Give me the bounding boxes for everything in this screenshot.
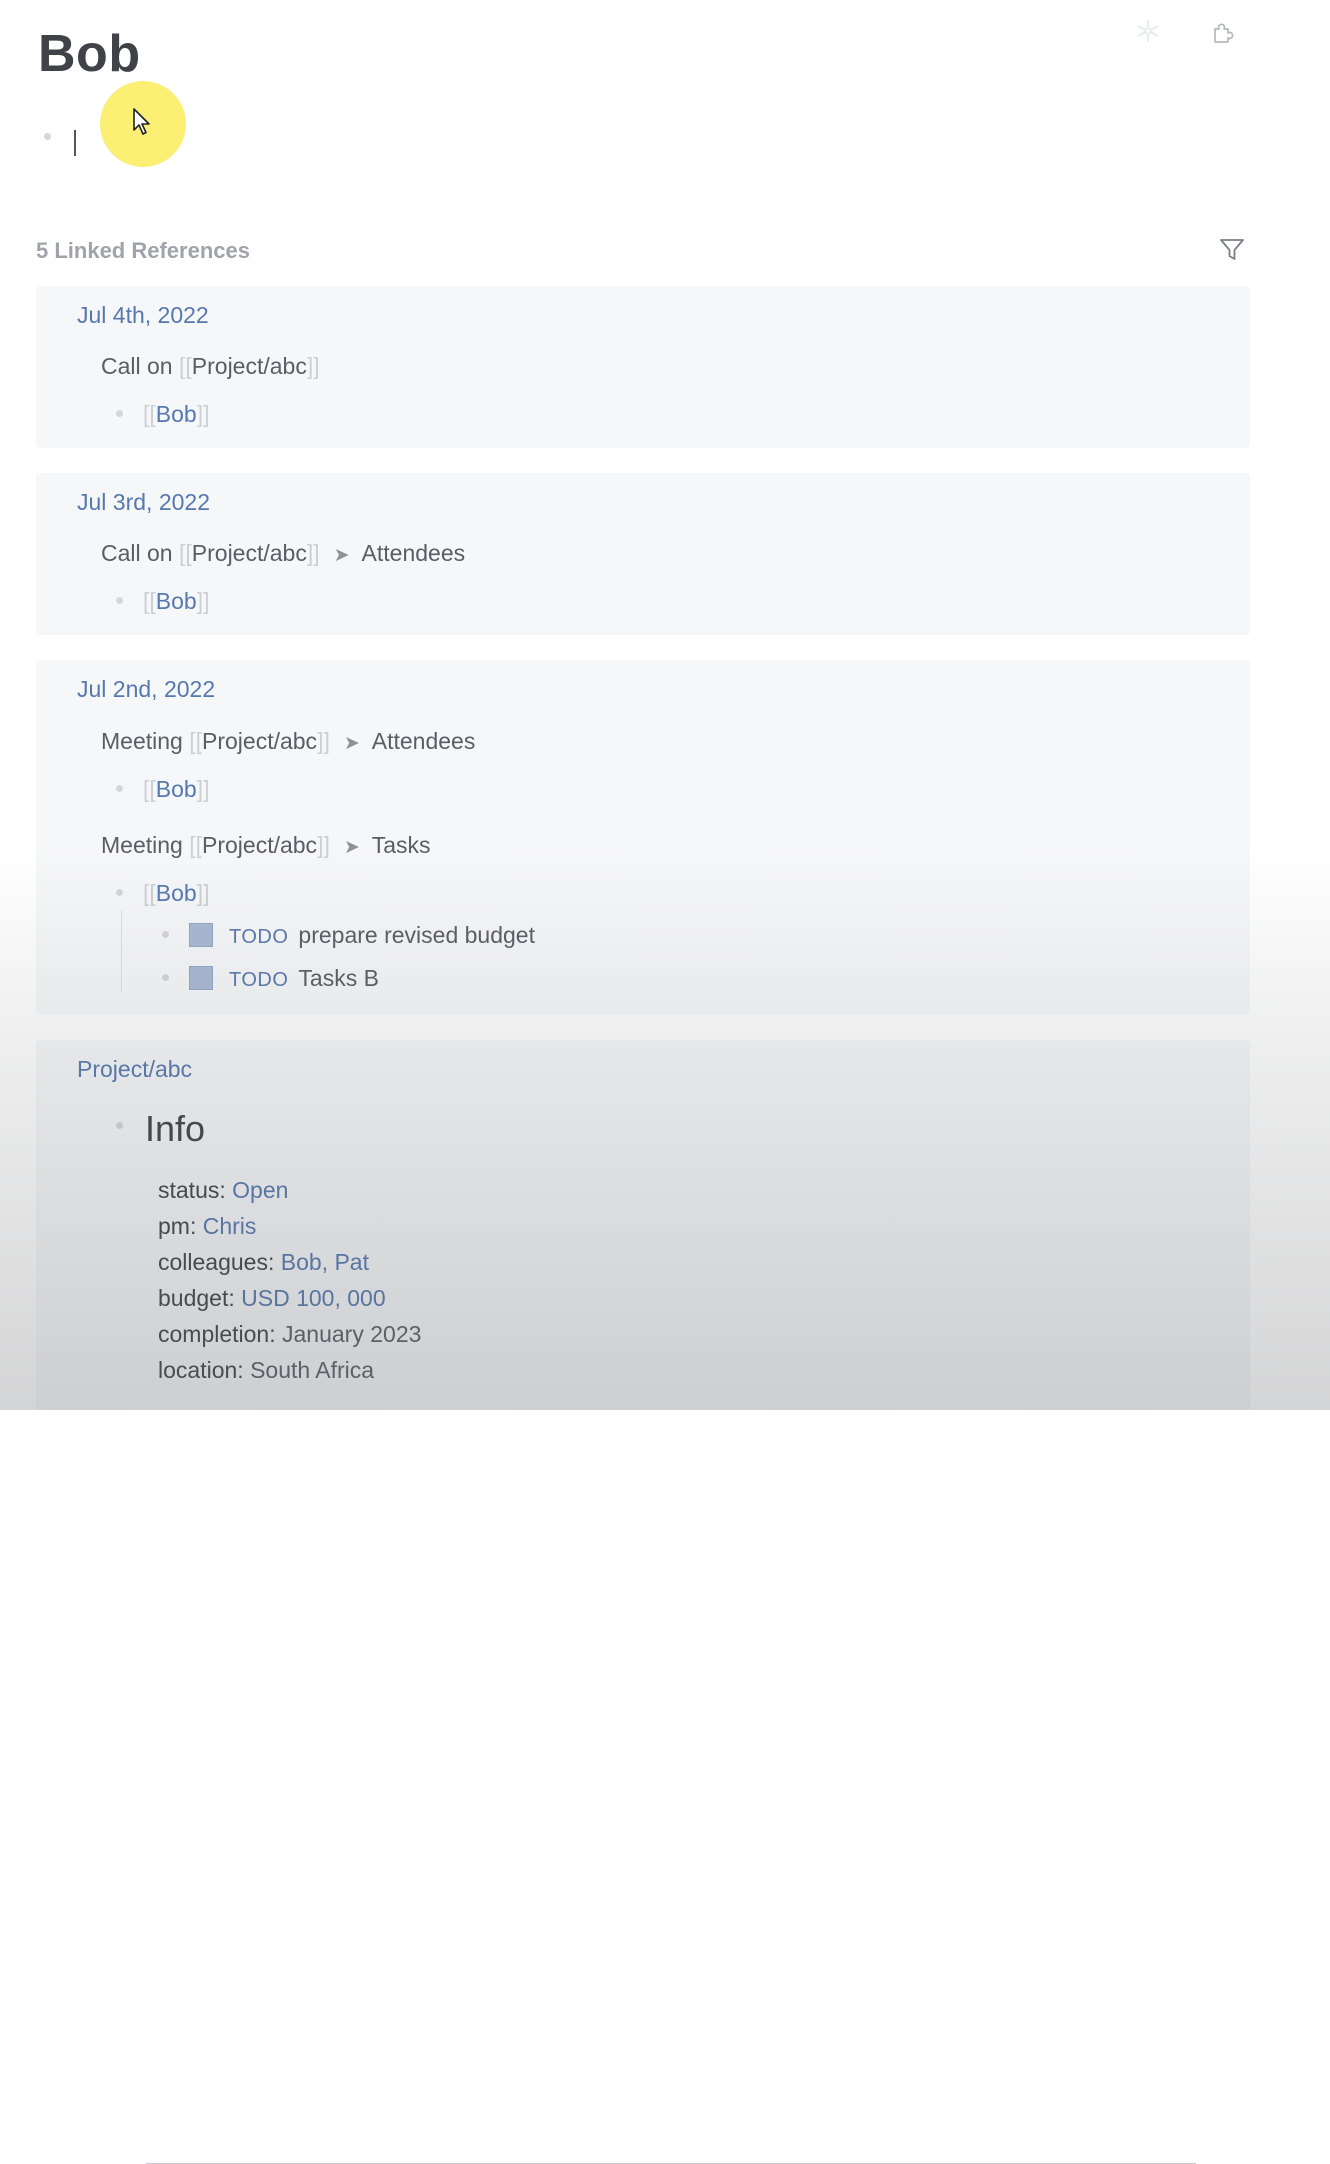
property-value: South Africa — [250, 1357, 375, 1383]
property-key: colleagues — [158, 1249, 268, 1275]
block-bullet[interactable] — [116, 889, 123, 897]
list-item: [[Bob]] — [116, 401, 210, 428]
property-value[interactable]: Open — [232, 1177, 288, 1203]
page-title[interactable]: Bob — [38, 24, 141, 84]
property-row: pm: Chris — [158, 1213, 257, 1239]
todo-marker[interactable]: TODO — [229, 926, 288, 948]
block-bullet[interactable] — [44, 133, 51, 141]
breadcrumb: Meeting [[Project/abc]] ➤ Attendees — [101, 728, 476, 754]
property-value[interactable]: Bob, Pat — [281, 1249, 369, 1275]
reference-title[interactable]: Project/abc — [77, 1056, 192, 1083]
property-key: completion — [158, 1321, 270, 1347]
list-item: [[Bob]] — [116, 588, 210, 615]
property-row: status: Open — [158, 1177, 289, 1203]
property-row: completion: January 2023 — [158, 1321, 422, 1347]
arrow-right-icon: ➤ — [343, 733, 360, 754]
page-ref[interactable]: Project/abc — [192, 353, 307, 379]
block-bullet[interactable] — [116, 410, 123, 418]
page-ref[interactable]: Project/abc — [202, 832, 317, 858]
property-row: location: South Africa — [158, 1357, 375, 1383]
mouse-pointer-icon — [133, 108, 150, 135]
breadcrumb-text: Call on — [101, 540, 173, 566]
reference-card: Project/abc Info status: Open pm: Chris … — [36, 1040, 1250, 2164]
list-item: [[Bob]] — [116, 776, 210, 803]
property-key: status — [158, 1177, 220, 1203]
todo-marker[interactable]: TODO — [229, 969, 288, 991]
todo-checkbox[interactable] — [189, 965, 213, 990]
breadcrumb: Call on [[Project/abc]] — [101, 353, 320, 379]
todo-item: TODO Tasks B — [162, 965, 379, 992]
heading-block[interactable]: Info — [116, 1108, 205, 1150]
breadcrumb-text: Meeting — [101, 728, 183, 754]
heading-text[interactable]: Info — [145, 1108, 205, 1149]
breadcrumb-section[interactable]: Tasks — [372, 832, 431, 858]
property-value[interactable]: USD 100, 000 — [241, 1285, 385, 1311]
block-bullet[interactable] — [116, 1121, 123, 1129]
reference-title[interactable]: Jul 4th, 2022 — [77, 302, 209, 329]
breadcrumb: Meeting [[Project/abc]] ➤ Tasks — [101, 832, 431, 858]
property-row: colleagues: Bob, Pat — [158, 1249, 369, 1275]
todo-checkbox[interactable] — [189, 922, 213, 947]
filter-icon[interactable] — [1218, 236, 1246, 264]
todo-text[interactable]: prepare revised budget — [298, 922, 535, 948]
page-ref[interactable]: Bob — [156, 588, 197, 614]
reference-title[interactable]: Jul 2nd, 2022 — [77, 676, 215, 703]
property-key: budget — [158, 1285, 229, 1311]
arrow-right-icon: ➤ — [343, 837, 360, 858]
block-bullet[interactable] — [116, 785, 123, 793]
page-ref[interactable]: Project/abc — [202, 728, 317, 754]
block-bullet[interactable] — [162, 931, 169, 939]
property-value: January 2023 — [282, 1321, 422, 1347]
breadcrumb-text: Meeting — [101, 832, 183, 858]
breadcrumb: Call on [[Project/abc]] ➤ Attendees — [101, 540, 466, 566]
property-key: pm — [158, 1213, 190, 1239]
page-ref[interactable]: Bob — [156, 880, 197, 906]
reference-title[interactable]: Jul 3rd, 2022 — [77, 489, 210, 516]
text-caret — [74, 130, 76, 156]
empty-block[interactable] — [44, 128, 76, 158]
reference-card: Jul 2nd, 2022 Meeting [[Project/abc]] ➤ At… — [36, 660, 1250, 1015]
linked-references-count[interactable]: 5 Linked References — [36, 238, 250, 264]
block-bullet[interactable] — [162, 974, 169, 982]
arrow-right-icon: ➤ — [333, 545, 350, 566]
list-item: [[Bob]] — [116, 880, 210, 907]
page-ref[interactable]: Bob — [156, 401, 197, 427]
reference-card: Jul 4th, 2022 Call on [[Project/abc]] [[… — [36, 286, 1250, 448]
reference-card: Jul 3rd, 2022 Call on [[Project/abc]] ➤ At… — [36, 473, 1250, 635]
property-row: budget: USD 100, 000 — [158, 1285, 386, 1311]
graph-icon[interactable] — [1135, 18, 1161, 44]
breadcrumb-text: Call on — [101, 353, 173, 379]
breadcrumb-section[interactable]: Attendees — [362, 540, 466, 566]
page-ref[interactable]: Project/abc — [192, 540, 307, 566]
property-value[interactable]: Chris — [203, 1213, 257, 1239]
block-bullet[interactable] — [116, 597, 123, 605]
puzzle-icon[interactable] — [1210, 18, 1236, 44]
todo-item: TODO prepare revised budget — [162, 922, 535, 949]
block-thread-line — [121, 910, 122, 992]
breadcrumb-section[interactable]: Attendees — [372, 728, 476, 754]
todo-text[interactable]: Tasks B — [298, 965, 379, 991]
page-ref[interactable]: Bob — [156, 776, 197, 802]
property-key: location — [158, 1357, 238, 1383]
